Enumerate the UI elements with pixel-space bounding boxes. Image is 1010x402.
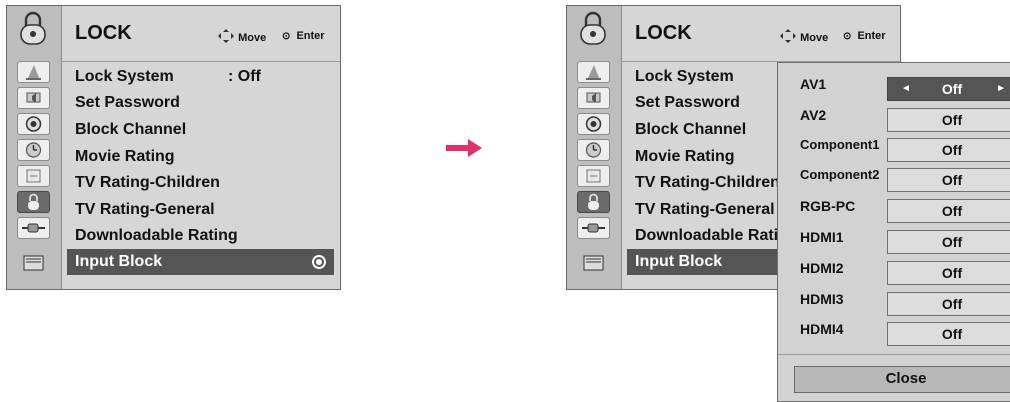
menu-item-label: Downloadable Rating xyxy=(75,227,238,244)
menu-item-label: Set Password xyxy=(635,94,740,111)
menu-item-label: Block Channel xyxy=(75,121,187,138)
menu-title: LOCK xyxy=(635,22,692,44)
input-row-hdmi2[interactable]: HDMI2 Off xyxy=(778,255,1010,285)
input-value: Off xyxy=(941,81,963,97)
menu-item-label: Input Block xyxy=(635,253,723,270)
menu-item-block-channel[interactable]: Block Channel xyxy=(61,117,340,143)
enter-hint: ⊙ Enter xyxy=(843,30,886,42)
input-row-hdmi3[interactable]: HDMI3 Off xyxy=(778,286,1010,316)
menu-item-label: TV Rating-General xyxy=(635,201,775,218)
lock-menu-icon[interactable] xyxy=(577,191,610,213)
input-value-box[interactable]: Off xyxy=(887,138,1010,162)
menu-item-label: TV Rating-Children xyxy=(75,174,220,191)
media-icon[interactable] xyxy=(577,243,610,283)
menu-title: LOCK xyxy=(75,22,132,44)
right-arrow-icon xyxy=(446,139,482,157)
time-icon[interactable] xyxy=(577,139,610,161)
menu-item-label: Set Password xyxy=(75,94,180,111)
input-value-box[interactable]: Off xyxy=(887,108,1010,132)
menu-item-label: Movie Rating xyxy=(75,148,175,165)
input-label: AV1 xyxy=(800,76,827,92)
input-label: Component1 xyxy=(800,137,880,152)
move-hint: Move xyxy=(217,29,267,46)
enter-label: Enter xyxy=(857,30,886,42)
move-label: Move xyxy=(800,31,829,44)
input-label: HDMI1 xyxy=(800,229,844,245)
menu-item-input-block[interactable]: Input Block xyxy=(67,249,334,275)
input-label: Component2 xyxy=(800,167,880,182)
move-hint: Move xyxy=(779,29,829,46)
icon-column xyxy=(567,6,622,289)
audio-icon[interactable] xyxy=(577,87,610,109)
menu-header: LOCK Move ⊙ Enter xyxy=(621,6,900,62)
enter-hint: ⊙ Enter xyxy=(282,30,325,42)
lock-menu-panel-before: LOCK Move ⊙ Enter Lock System : Off Set … xyxy=(6,5,341,290)
option-icon[interactable] xyxy=(577,165,610,187)
speaker-icon[interactable] xyxy=(577,113,610,135)
input-row-av2[interactable]: AV2 Off xyxy=(778,102,1010,132)
lock-icon xyxy=(580,11,606,45)
left-arrow-icon[interactable]: ◄ xyxy=(901,78,911,100)
menu-item-set-password[interactable]: Set Password xyxy=(61,90,340,116)
option-icon[interactable] xyxy=(17,165,50,187)
input-label: HDMI4 xyxy=(800,321,844,337)
enter-label: Enter xyxy=(296,30,325,42)
input-block-popup: AV1 ◄ Off ► AV2 Off Component1 Off Compo… xyxy=(777,62,1010,402)
menu-item-tv-rating-general[interactable]: TV Rating-General xyxy=(61,197,340,223)
input-label: HDMI2 xyxy=(800,260,844,276)
input-value-box[interactable]: Off xyxy=(887,292,1010,316)
menu-item-downloadable-rating[interactable]: Downloadable Rating xyxy=(61,223,340,249)
right-arrow-icon[interactable]: ► xyxy=(996,78,1006,100)
menu-item-label: Block Channel xyxy=(635,121,747,138)
menu-item-tv-rating-children[interactable]: TV Rating-Children xyxy=(61,170,340,196)
divider xyxy=(778,354,1010,355)
input-value-selector[interactable]: ◄ Off ► xyxy=(887,77,1010,101)
move-arrows-icon xyxy=(218,29,234,43)
picture-icon[interactable] xyxy=(17,61,50,83)
input-label: RGB-PC xyxy=(800,198,856,214)
time-icon[interactable] xyxy=(17,139,50,161)
menu-item-movie-rating[interactable]: Movie Rating xyxy=(61,144,340,170)
icon-column xyxy=(7,6,62,289)
menu-item-label: TV Rating-General xyxy=(75,201,215,218)
menu-item-label: TV Rating-Children xyxy=(635,174,780,191)
menu-item-label: Input Block xyxy=(75,253,163,270)
input-row-av1[interactable]: AV1 ◄ Off ► xyxy=(778,71,1010,101)
menu-item-label: Lock System xyxy=(75,68,174,85)
input-label: AV2 xyxy=(800,107,827,123)
picture-icon[interactable] xyxy=(577,61,610,83)
speaker-icon[interactable] xyxy=(17,113,50,135)
menu-header: LOCK Move ⊙ Enter xyxy=(61,6,340,62)
lock-system-value: : Off xyxy=(228,68,261,85)
enter-icon: ⊙ xyxy=(282,31,291,42)
input-row-rgb-pc[interactable]: RGB-PC Off xyxy=(778,193,1010,223)
lock-menu-icon[interactable] xyxy=(17,191,50,213)
move-label: Move xyxy=(238,31,267,44)
audio-icon[interactable] xyxy=(17,87,50,109)
lock-icon xyxy=(20,11,46,45)
close-button[interactable]: Close xyxy=(794,366,1010,393)
input-value-box[interactable]: Off xyxy=(887,199,1010,223)
input-row-hdmi1[interactable]: HDMI1 Off xyxy=(778,224,1010,254)
input-value-box[interactable]: Off xyxy=(887,261,1010,285)
input-row-hdmi4[interactable]: HDMI4 Off xyxy=(778,316,1010,346)
menu-item-label: Lock System xyxy=(635,68,734,85)
enter-icon: ⊙ xyxy=(843,31,852,42)
media-icon[interactable] xyxy=(17,243,50,283)
menu-item-label: Movie Rating xyxy=(635,148,735,165)
menu-item-lock-system[interactable]: Lock System : Off xyxy=(61,64,340,90)
input-icon[interactable] xyxy=(17,217,50,239)
move-arrows-icon xyxy=(780,29,796,43)
input-row-component2[interactable]: Component2 Off xyxy=(778,162,1010,192)
input-icon[interactable] xyxy=(577,217,610,239)
input-value-box[interactable]: Off xyxy=(887,230,1010,254)
input-value-box[interactable]: Off xyxy=(887,322,1010,346)
input-row-component1[interactable]: Component1 Off xyxy=(778,132,1010,162)
menu-item-label: Downloadable Rating xyxy=(635,227,798,244)
input-label: HDMI3 xyxy=(800,291,844,307)
input-value-box[interactable]: Off xyxy=(887,168,1010,192)
enter-selected-icon xyxy=(312,255,326,269)
